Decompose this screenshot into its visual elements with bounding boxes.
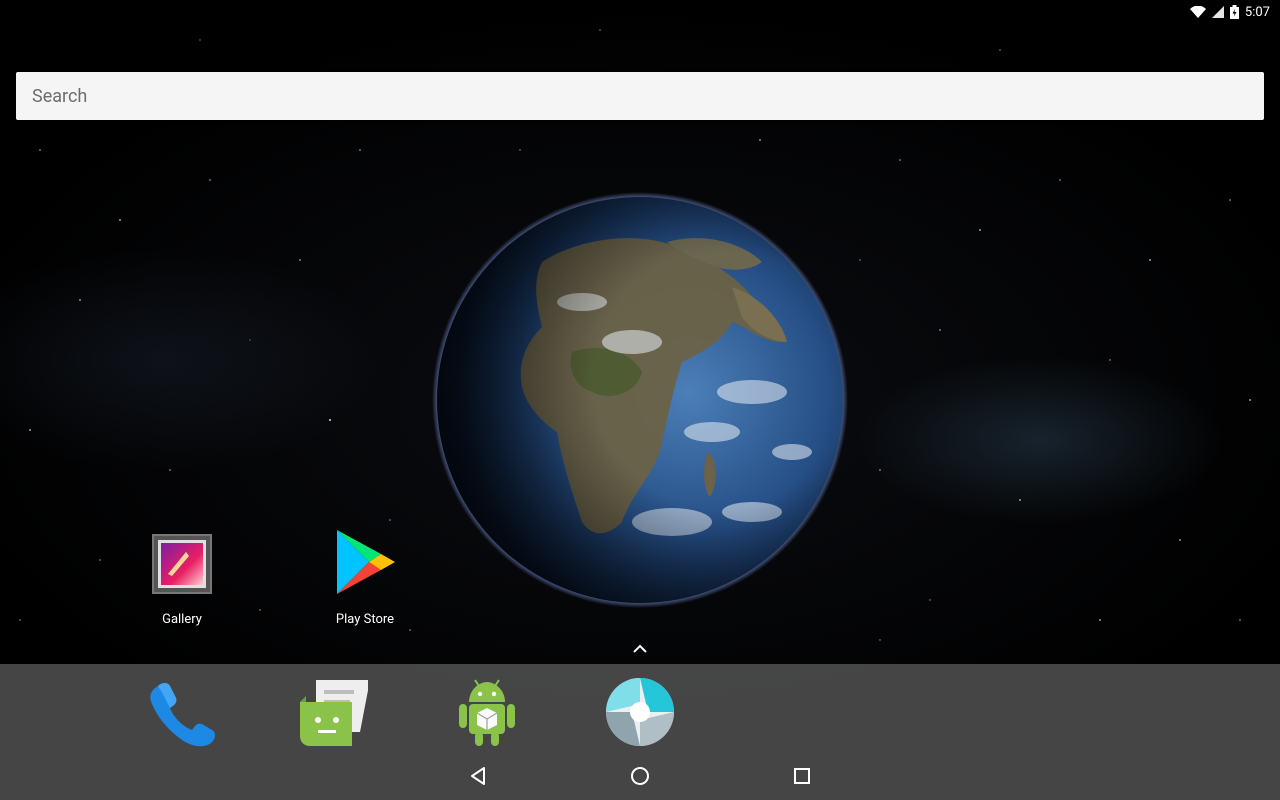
search-bar[interactable]: Search [16, 72, 1264, 120]
chevron-up-icon[interactable] [628, 638, 652, 658]
cell-signal-icon [1211, 6, 1224, 18]
app-gallery[interactable]: Gallery [122, 530, 242, 627]
play-store-icon [337, 530, 395, 594]
earth-icon [432, 192, 848, 608]
camera-icon[interactable] [604, 676, 676, 748]
messaging-icon[interactable] [296, 676, 368, 748]
battery-icon [1229, 5, 1239, 19]
android-app-icon[interactable] [451, 676, 523, 748]
app-play-store[interactable]: Play Store [305, 526, 425, 627]
gallery-icon [152, 534, 212, 594]
home-screen: 5:07 Search Gallery Play Store [0, 0, 1280, 800]
search-placeholder: Search [32, 85, 88, 107]
app-label-play-store: Play Store [335, 612, 395, 627]
status-bar: 5:07 [1189, 0, 1280, 24]
back-icon[interactable] [466, 764, 490, 788]
home-icon[interactable] [628, 764, 652, 788]
app-label-gallery: Gallery [162, 612, 202, 627]
wifi-icon [1189, 6, 1206, 18]
recents-icon[interactable] [790, 764, 814, 788]
status-time: 5:07 [1244, 4, 1270, 20]
phone-icon[interactable] [144, 676, 216, 748]
